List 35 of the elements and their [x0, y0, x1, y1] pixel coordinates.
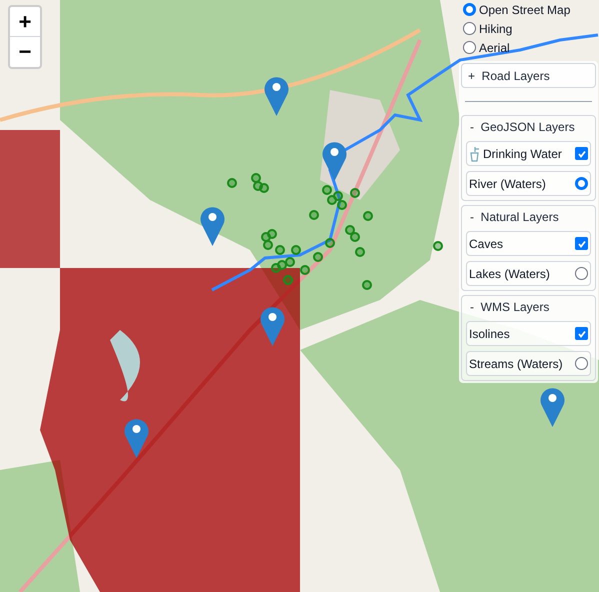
group-header[interactable]: - WMS Layers [466, 298, 591, 316]
layer-label: Aerial [479, 40, 510, 56]
radio-button[interactable] [463, 41, 476, 54]
layer-item[interactable]: Caves [466, 231, 591, 256]
layer-item[interactable]: River (Waters) [466, 171, 591, 196]
checkbox[interactable] [575, 147, 588, 160]
checkbox[interactable] [575, 327, 588, 340]
group-header[interactable]: - GeoJSON Layers [466, 118, 591, 136]
layer-item[interactable]: Lakes (Waters) [466, 261, 591, 286]
layer-label: Isolines [469, 326, 510, 342]
cup-icon [469, 146, 481, 162]
radio-button[interactable] [463, 22, 476, 35]
marker-pin-icon[interactable] [322, 140, 347, 181]
marker-pin-icon[interactable] [260, 305, 285, 346]
checkbox[interactable] [575, 237, 588, 250]
layer-label: Open Street Map [479, 2, 570, 18]
radio-button[interactable] [575, 267, 588, 280]
layer-label: Hiking [479, 20, 512, 38]
radio-button[interactable] [463, 3, 476, 16]
radio-button[interactable] [575, 357, 588, 370]
layer-label: Lakes (Waters) [469, 266, 550, 282]
marker-pin-icon[interactable] [200, 205, 225, 246]
marker-pin-icon[interactable] [124, 417, 149, 458]
layer-label: River (Waters) [469, 176, 546, 192]
road-layers-group[interactable]: + Road Layers [461, 63, 596, 88]
layer-item[interactable]: Drinking Water [466, 141, 591, 166]
group-header[interactable]: - Natural Layers [466, 208, 591, 226]
marker-pin-icon[interactable] [540, 386, 565, 427]
layer-label: Streams (Waters) [469, 356, 563, 372]
layer-label: Caves [469, 236, 504, 252]
layer-item[interactable]: Isolines [466, 321, 591, 346]
radio-button[interactable] [575, 177, 588, 190]
layer-item[interactable]: Streams (Waters) [466, 351, 591, 376]
marker-pin-icon[interactable] [264, 75, 289, 116]
layer-label: Drinking Water [483, 146, 562, 162]
